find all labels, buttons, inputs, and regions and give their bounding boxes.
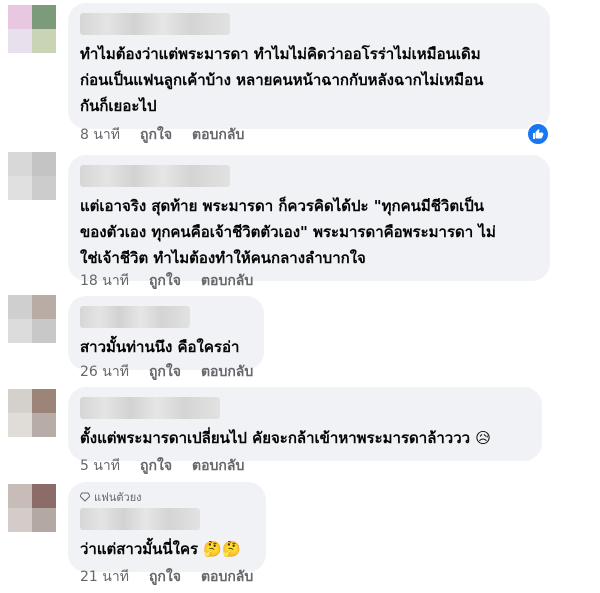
comment-text: ตั้งแต่พระมารดาเปลี่ยนไป คัยจะกล้าเข้าหา… [80,429,491,447]
avatar-blur-tile [32,319,56,343]
reply-button[interactable]: ตอบกลับ [201,270,253,292]
like-button[interactable]: ถูกใจ [149,566,181,588]
comment-text: ทำไมต้องว่าแต่พระมารดา ทำไมไม่คิดว่าออโร… [80,45,484,115]
avatar-blur-tile [8,295,32,319]
top-fan-badge[interactable]: แฟนตัวยง [80,488,254,506]
comment-text: สาวมั้นท่านนึง คือใครอ่า [80,338,240,356]
comment-bubble: ตั้งแต่พระมารดาเปลี่ยนไป คัยจะกล้าเข้าหา… [68,387,542,461]
comment-actions: 26 นาที ถูกใจ ตอบกลับ [80,361,253,383]
commenter-name-blurred[interactable] [80,306,190,328]
comment-bubble: สาวมั้นท่านนึง คือใครอ่า [68,296,264,370]
avatar-blur-tile [32,484,56,508]
avatar-blur-tile [8,176,32,200]
avatar-blur-tile [8,389,32,413]
like-icon [533,129,544,139]
comment-bubble: ทำไมต้องว่าแต่พระมารดา ทำไมไม่คิดว่าออโร… [68,3,550,129]
comment-timestamp[interactable]: 26 นาที [80,361,129,383]
avatar-blur-tile [32,29,56,53]
avatar[interactable] [8,484,56,532]
avatar-blur-tile [32,295,56,319]
comment-text: ว่าแต่สาวมั้นนี่ใคร 🤔🤔 [80,540,241,558]
avatar-blur-tile [8,152,32,176]
reply-button[interactable]: ตอบกลับ [192,124,244,146]
comment-bubble: แฟนตัวยง ว่าแต่สาวมั้นนี่ใคร 🤔🤔 [68,482,266,572]
avatar-blur-tile [32,508,56,532]
like-button[interactable]: ถูกใจ [149,270,181,292]
avatar-blur-tile [32,152,56,176]
commenter-name-blurred[interactable] [80,397,220,419]
reply-button[interactable]: ตอบกลับ [201,566,253,588]
reply-button[interactable]: ตอบกลับ [201,361,253,383]
diamond-icon [80,492,90,502]
avatar[interactable] [8,295,56,343]
avatar-blur-tile [32,176,56,200]
avatar-blur-tile [8,5,32,29]
comment-bubble: แต่เอาจริง สุดท้าย พระมารดา ก็ควรคิดได้ป… [68,155,550,281]
comment-timestamp[interactable]: 18 นาที [80,270,129,292]
comment-timestamp[interactable]: 5 นาที [80,455,120,477]
commenter-name-blurred[interactable] [80,508,200,530]
avatar-blur-tile [8,413,32,437]
comment-actions: 8 นาที ถูกใจ ตอบกลับ [80,124,244,146]
avatar[interactable] [8,5,56,53]
comment-actions: 5 นาที ถูกใจ ตอบกลับ [80,455,244,477]
like-button[interactable]: ถูกใจ [140,455,172,477]
comment-text: แต่เอาจริง สุดท้าย พระมารดา ก็ควรคิดได้ป… [80,197,496,267]
avatar[interactable] [8,389,56,437]
commenter-name-blurred[interactable] [80,165,230,187]
avatar-blur-tile [32,389,56,413]
avatar[interactable] [8,152,56,200]
comment-actions: 21 นาที ถูกใจ ตอบกลับ [80,566,253,588]
top-fan-label: แฟนตัวยง [94,491,142,504]
avatar-blur-tile [8,484,32,508]
avatar-blur-tile [8,319,32,343]
avatar-blur-tile [8,29,32,53]
like-button[interactable]: ถูกใจ [149,361,181,383]
comment-timestamp[interactable]: 21 นาที [80,566,129,588]
avatar-blur-tile [8,508,32,532]
avatar-blur-tile [32,413,56,437]
comment-actions: 18 นาที ถูกใจ ตอบกลับ [80,270,253,292]
comment-timestamp[interactable]: 8 นาที [80,124,120,146]
avatar-blur-tile [32,5,56,29]
commenter-name-blurred[interactable] [80,13,230,35]
like-reaction-badge[interactable] [526,122,550,146]
like-button[interactable]: ถูกใจ [140,124,172,146]
reply-button[interactable]: ตอบกลับ [192,455,244,477]
